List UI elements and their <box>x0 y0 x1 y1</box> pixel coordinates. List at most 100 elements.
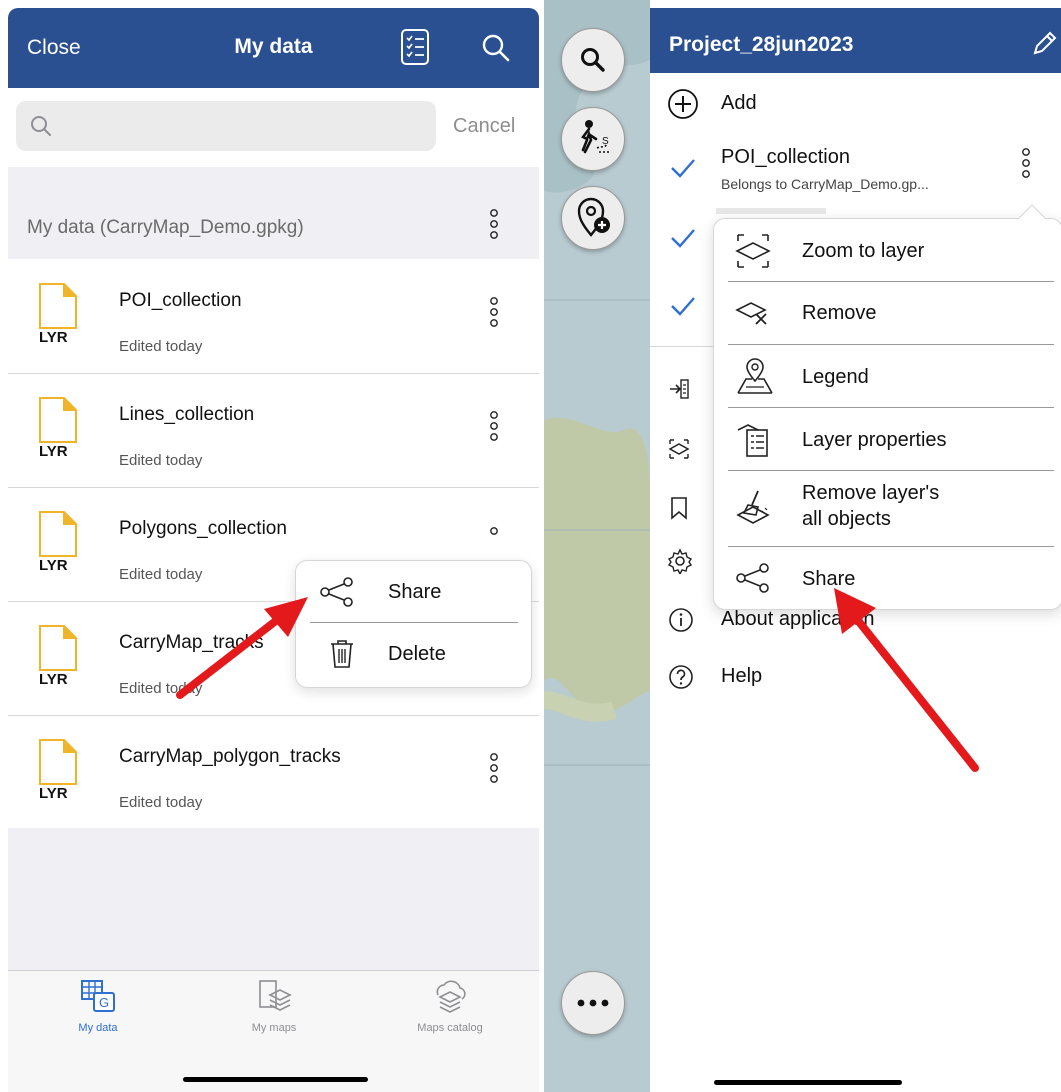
more-vertical-icon[interactable] <box>489 296 499 328</box>
file-type-badge: LYR <box>39 443 68 460</box>
more-vertical-icon[interactable] <box>1021 147 1031 179</box>
file-type-badge: LYR <box>39 557 68 574</box>
layer-context-menu: Zoom to layer Remove Legend Layer proper… <box>713 218 1061 610</box>
menu-item-delete[interactable]: Delete <box>296 623 531 685</box>
search-input[interactable] <box>64 111 428 143</box>
search-field[interactable] <box>16 101 436 151</box>
file-name: CarryMap_polygon_tracks <box>119 746 341 767</box>
zoom-extent-icon[interactable] <box>668 438 690 460</box>
more-vertical-icon[interactable] <box>489 752 499 784</box>
more-vertical-icon[interactable] <box>489 208 499 240</box>
track-recording-button[interactable]: S <box>561 107 625 171</box>
layer-name: POI_collection <box>721 146 850 168</box>
help-row[interactable]: Help <box>650 657 1061 697</box>
list-item[interactable]: LYR CarryMap_polygon_tracks Edited today <box>8 716 539 830</box>
cancel-button[interactable]: Cancel <box>453 115 515 138</box>
layer-properties-icon <box>734 420 772 460</box>
trash-icon <box>330 639 354 669</box>
file-subtitle: Edited today <box>119 566 203 583</box>
tab-my-maps[interactable]: My maps <box>204 979 344 1034</box>
broom-icon <box>734 487 774 527</box>
layer-row[interactable]: POI_collection Belongs to CarryMap_Demo.… <box>650 140 1061 200</box>
layers-icon <box>256 979 292 1013</box>
menu-item-label: Zoom to layer <box>802 240 925 262</box>
search-icon <box>580 47 606 73</box>
tab-label: My maps <box>251 1022 297 1034</box>
list-item[interactable]: LYR POI_collection Edited today <box>8 260 539 374</box>
menu-item-label-line1: Remove layer's <box>802 482 940 504</box>
share-icon <box>320 577 354 607</box>
project-screen: S Project_28jun2023 Add POI_collection B… <box>544 0 1061 1092</box>
file-type-badge: LYR <box>39 671 68 688</box>
menu-item-label: Remove <box>802 302 877 324</box>
checkmark-icon[interactable] <box>670 296 696 316</box>
section-title: My data (CarryMap_Demo.gpkg) <box>27 217 304 238</box>
menu-item-label-line2: all objects <box>802 508 891 530</box>
menu-item-label: Share <box>802 568 856 590</box>
tab-label: My data <box>78 1022 118 1034</box>
menu-item-legend[interactable]: Legend <box>714 345 1061 407</box>
plus-circle-icon <box>667 88 699 120</box>
file-subtitle: Edited today <box>119 794 203 811</box>
list-item[interactable]: LYR Lines_collection Edited today <box>8 374 539 488</box>
add-label: Add <box>721 92 757 114</box>
info-icon <box>668 607 694 633</box>
share-icon <box>736 563 770 593</box>
pencil-icon[interactable] <box>1032 30 1058 56</box>
menu-pointer <box>1018 204 1046 220</box>
bookmark-icon[interactable] <box>670 496 688 520</box>
project-title: Project_28jun2023 <box>669 33 854 56</box>
gear-icon[interactable] <box>667 548 693 574</box>
cloud-layers-icon <box>430 979 470 1013</box>
file-subtitle: Edited today <box>119 452 203 469</box>
tab-my-data[interactable]: G My data <box>28 979 168 1034</box>
hidden-layer-text <box>716 208 826 214</box>
remove-layer-icon <box>734 294 772 330</box>
add-layer-row[interactable]: Add <box>650 82 1061 124</box>
checkmark-icon[interactable] <box>670 228 696 248</box>
tab-bar: G My data My maps Maps catalog <box>8 970 539 1092</box>
zoom-to-layer-icon <box>734 231 772 271</box>
my-data-screen: Close My data Cancel My data (CarryMap_D… <box>8 0 539 1092</box>
about-label: About application <box>721 608 875 630</box>
menu-item-share[interactable]: Share <box>714 547 1061 609</box>
drawer-header: Project_28jun2023 <box>650 8 1061 73</box>
menu-item-label: Layer properties <box>802 429 947 451</box>
import-icon[interactable] <box>668 378 690 400</box>
search-icon <box>30 115 52 137</box>
file-name: Polygons_collection <box>119 518 287 539</box>
more-vertical-icon[interactable] <box>489 526 499 540</box>
svg-text:G: G <box>99 995 109 1010</box>
help-icon <box>668 664 694 690</box>
map-search-button[interactable] <box>561 28 625 92</box>
grid-data-icon: G <box>80 979 116 1013</box>
menu-item-label: Legend <box>802 366 869 388</box>
menu-item-remove-all-objects[interactable]: Remove layer's all objects <box>714 471 1061 545</box>
menu-item-label: Share <box>388 581 442 603</box>
file-type-badge: LYR <box>39 785 68 802</box>
add-location-button[interactable] <box>561 186 625 250</box>
context-menu: Share Delete <box>295 560 532 688</box>
file-name: POI_collection <box>119 290 242 311</box>
menu-item-layer-properties[interactable]: Layer properties <box>714 408 1061 470</box>
section-header <box>8 167 539 259</box>
tab-maps-catalog[interactable]: Maps catalog <box>380 979 520 1034</box>
search-icon[interactable] <box>481 33 511 63</box>
more-icon <box>576 998 610 1008</box>
home-indicator <box>714 1080 902 1085</box>
checklist-icon[interactable] <box>400 28 430 66</box>
checkmark-icon[interactable] <box>670 158 696 178</box>
menu-item-zoom-to-layer[interactable]: Zoom to layer <box>714 219 1061 281</box>
more-vertical-icon[interactable] <box>489 410 499 442</box>
help-label: Help <box>721 665 763 687</box>
svg-text:S: S <box>602 136 609 147</box>
file-subtitle: Edited today <box>119 680 203 697</box>
map-view[interactable]: S <box>544 0 650 1092</box>
menu-item-remove[interactable]: Remove <box>714 282 1061 344</box>
track-walker-icon: S <box>573 118 613 158</box>
file-name: CarryMap_tracks <box>119 632 264 653</box>
menu-item-share[interactable]: Share <box>296 561 531 621</box>
file-name: Lines_collection <box>119 404 255 425</box>
layer-subtitle: Belongs to CarryMap_Demo.gp... <box>721 176 929 192</box>
more-button[interactable] <box>561 971 625 1035</box>
